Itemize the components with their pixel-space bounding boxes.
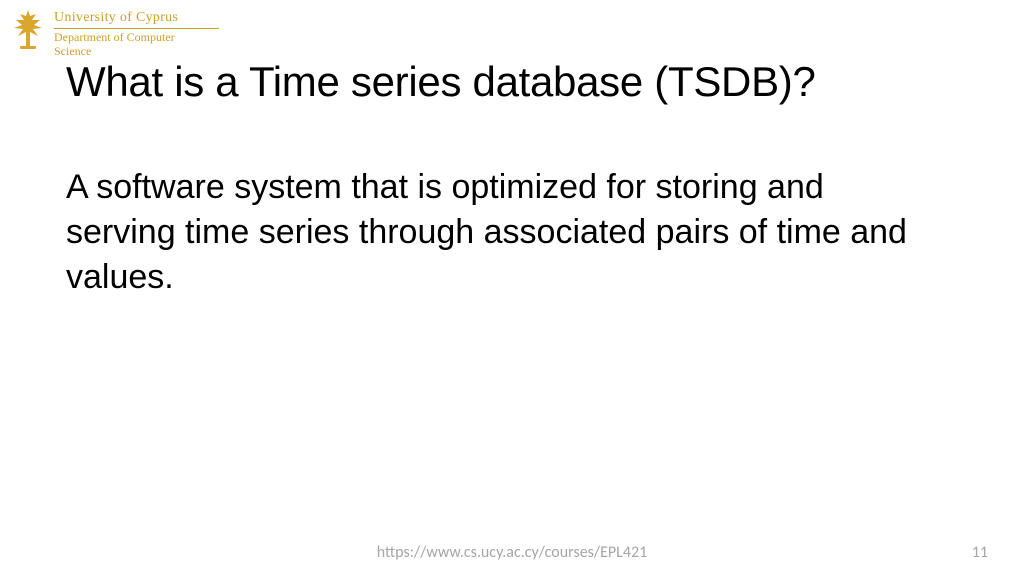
institution-header: University of Cyprus Department of Compu… <box>10 8 219 59</box>
slide-title: What is a Time series database (TSDB)? <box>66 58 816 106</box>
header-divider <box>54 28 219 29</box>
department-name-line1: Department of Computer <box>54 31 219 45</box>
department-name-line2: Science <box>54 45 219 59</box>
institution-text: University of Cyprus Department of Compu… <box>54 8 219 59</box>
slide-body-text: A software system that is optimized for … <box>66 165 938 300</box>
page-number: 11 <box>972 543 988 562</box>
university-logo-icon <box>10 8 46 50</box>
university-name: University of Cyprus <box>54 10 219 26</box>
footer-url: https://www.cs.ucy.ac.cy/courses/EPL421 <box>0 543 1024 562</box>
